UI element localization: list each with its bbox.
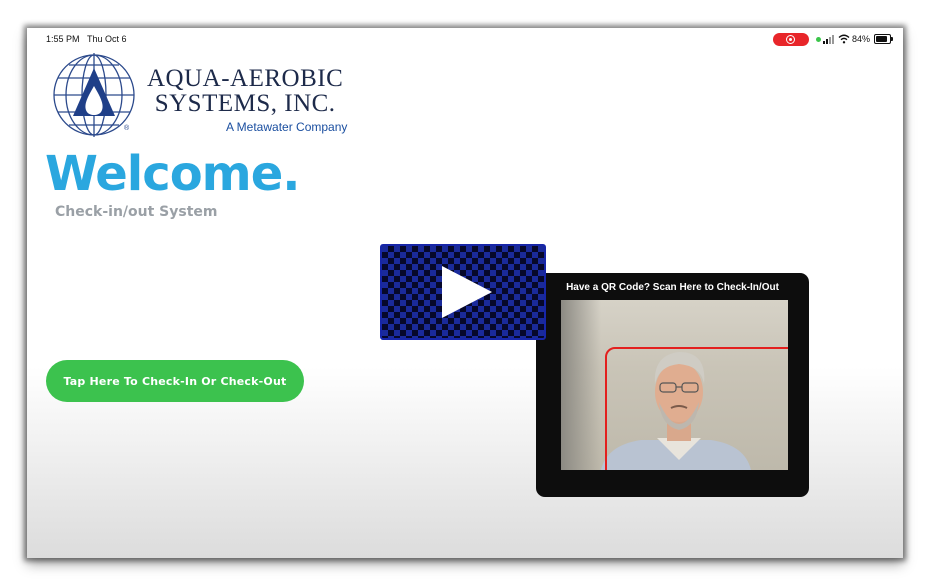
check-in-out-button[interactable]: Tap Here To Check-In Or Check-Out <box>46 360 304 402</box>
status-date: Thu Oct 6 <box>87 34 127 44</box>
wifi-icon <box>838 34 850 44</box>
battery-percent: 84% <box>852 34 871 44</box>
record-icon <box>786 35 795 44</box>
scan-target-frame <box>605 347 788 470</box>
camera-feed <box>561 300 788 470</box>
company-name-line2: SYSTEMS, INC. <box>154 90 336 117</box>
welcome-subtitle: Check-in/out System <box>55 204 218 220</box>
company-subtitle: A Metawater Company <box>226 120 348 134</box>
play-icon <box>442 266 492 318</box>
status-time: 1:55 PM <box>46 34 80 44</box>
signal-icon <box>823 35 834 44</box>
camera-in-use-dot <box>816 37 821 42</box>
video-play-button[interactable] <box>380 244 546 340</box>
welcome-title: Welcome. <box>45 146 300 202</box>
registered-mark: ® <box>124 124 130 132</box>
globe-logo-icon: ® <box>53 53 135 137</box>
app-window: 1:55 PM Thu Oct 6 84% ® AQUA-AEROBIC SYS… <box>27 28 903 558</box>
company-name: AQUA-AEROBIC SYSTEMS, INC. <box>147 66 343 116</box>
status-bar: 1:55 PM Thu Oct 6 84% <box>27 28 903 50</box>
screen-recording-indicator[interactable] <box>773 33 809 46</box>
battery-icon <box>874 34 893 44</box>
qr-scanner-panel[interactable]: Have a QR Code? Scan Here to Check-In/Ou… <box>536 273 809 497</box>
company-name-line1: AQUA-AEROBIC <box>147 65 344 92</box>
scanner-title: Have a QR Code? Scan Here to Check-In/Ou… <box>566 282 779 293</box>
